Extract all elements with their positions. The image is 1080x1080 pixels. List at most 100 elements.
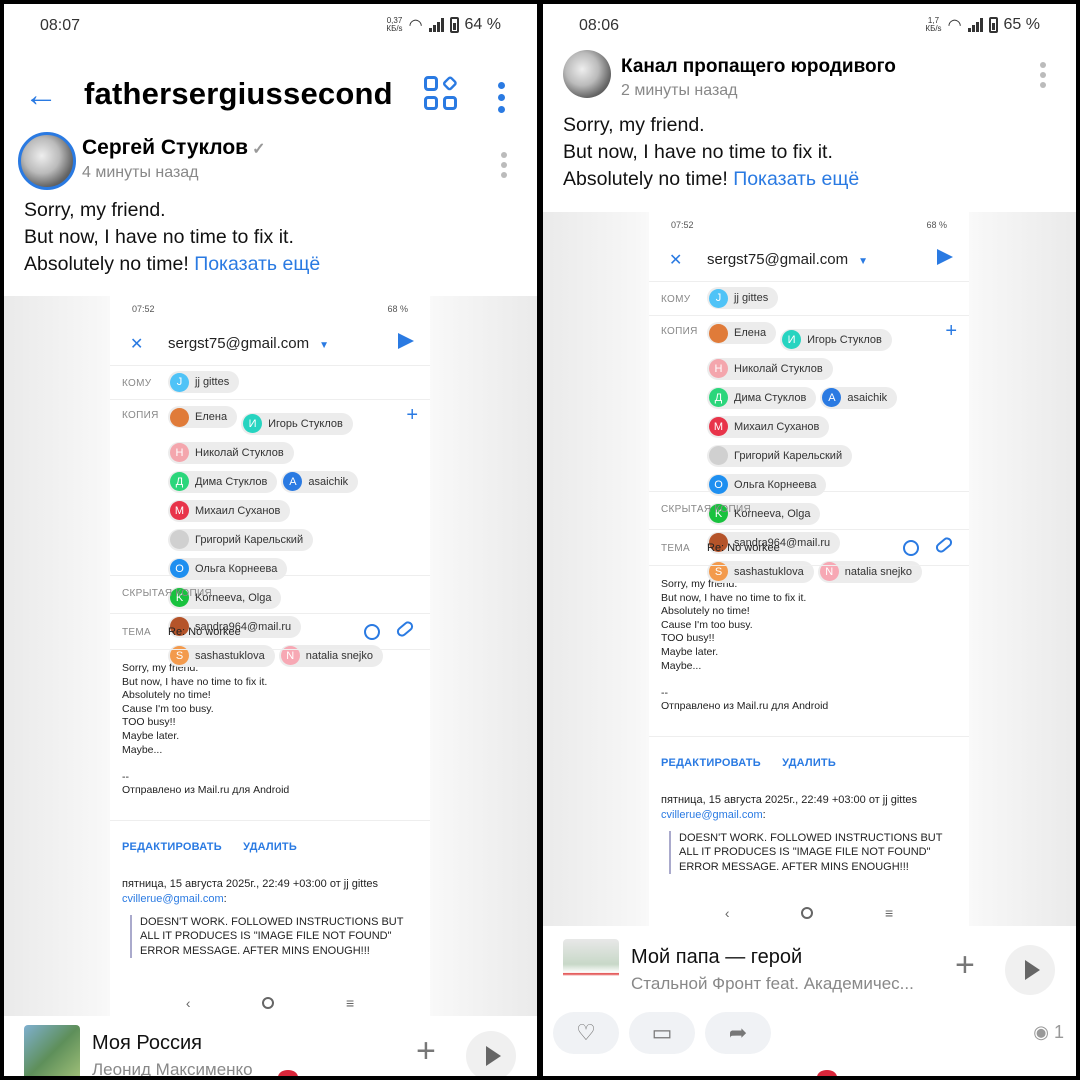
- recipient-avatar: И: [782, 330, 802, 349]
- plus-icon[interactable]: +: [416, 1032, 436, 1071]
- post-author[interactable]: Канал пропащего юродивого 2 минуты назад: [543, 50, 1076, 110]
- post-author[interactable]: Сергей Стуклов ✓ 4 минуты назад: [4, 132, 537, 192]
- recipient-chip[interactable]: M Михаил Суханов: [707, 415, 830, 438]
- nav-menu-icon[interactable]: ≡: [885, 905, 893, 921]
- chevron-down-icon[interactable]: ▼: [858, 256, 868, 267]
- wifi-icon: ◠: [408, 17, 423, 34]
- recipient-chip[interactable]: Jjj gittes: [707, 287, 779, 309]
- recipient-chip[interactable]: Д Дима Стуклов: [707, 386, 817, 409]
- recipient-chip[interactable]: Григорий Карельский: [168, 528, 314, 551]
- delete-button[interactable]: УДАЛИТЬ: [782, 757, 836, 769]
- like-icon[interactable]: ♡: [553, 1012, 619, 1054]
- subject-value[interactable]: Re: No workee: [707, 542, 780, 554]
- post-menu-icon[interactable]: [1040, 62, 1046, 88]
- android-nav-bar: ‹ ≡: [649, 900, 969, 926]
- mail-bcc-row[interactable]: СКРЫТАЯ КОПИЯ: [110, 576, 430, 614]
- recipient-chip[interactable]: Jjj gittes: [168, 371, 240, 393]
- send-icon[interactable]: [937, 249, 953, 265]
- signal-icon: [428, 18, 444, 32]
- quote-header: пятница, 15 августа 2025г., 22:49 +03:00…: [122, 877, 379, 905]
- recipient-avatar: J: [170, 372, 189, 392]
- delete-button[interactable]: УДАЛИТЬ: [243, 841, 297, 853]
- recipient-avatar: Д: [170, 472, 189, 491]
- recipient-chip[interactable]: И Игорь Стуклов: [241, 412, 353, 435]
- recipient-name: jj gittes: [734, 292, 769, 304]
- show-more-link[interactable]: Показать ещё: [194, 253, 320, 275]
- more-vertical-icon[interactable]: [498, 82, 505, 113]
- quote-email-link[interactable]: cvillerue@gmail.com: [122, 893, 224, 905]
- edit-button[interactable]: РЕДАКТИРОВАТЬ: [661, 757, 761, 769]
- send-icon[interactable]: [398, 333, 414, 349]
- attached-screenshot[interactable]: 07:52 68 % ✕ sergst75@gmail.com ▼ КОМУ Jj…: [4, 296, 537, 1016]
- battery-icon: [449, 17, 459, 33]
- plus-icon[interactable]: +: [955, 946, 975, 985]
- music-track[interactable]: Мой папа — герой Стальной Фронт feat. Ак…: [543, 934, 1076, 1000]
- mail-screenshot: 07:52 68 % ✕ sergst75@gmail.com ▼ КОМУ Jj…: [110, 296, 430, 1016]
- mail-to-row: КОМУ Jjj gittes: [110, 366, 430, 400]
- recipient-name: asaichik: [308, 475, 349, 488]
- recipient-name: natalia snejko: [844, 565, 912, 578]
- recipient-chip[interactable]: Григорий Карельский: [707, 444, 853, 467]
- attached-screenshot[interactable]: 07:52 68 % ✕ sergst75@gmail.com ▼ КОМУ Jj…: [543, 212, 1076, 926]
- music-track[interactable]: Моя Россия Леонид Максименко +: [4, 1020, 537, 1076]
- recipient-chip[interactable]: M Михаил Суханов: [168, 499, 291, 522]
- show-more-link[interactable]: Показать ещё: [733, 168, 859, 190]
- nav-home-icon[interactable]: [262, 997, 275, 1009]
- mail-bcc-row[interactable]: СКРЫТАЯ КОПИЯ: [649, 492, 969, 530]
- alarm-icon[interactable]: [364, 624, 380, 640]
- comment-icon[interactable]: ▭: [629, 1012, 695, 1054]
- quote-email-link[interactable]: cvillerue@gmail.com: [661, 809, 763, 821]
- mail-screenshot: 07:52 68 % ✕ sergst75@gmail.com ▼ КОМУ Jj…: [649, 212, 969, 926]
- recipient-chip[interactable]: Aasaichik: [820, 386, 898, 409]
- edit-button[interactable]: РЕДАКТИРОВАТЬ: [122, 841, 222, 853]
- status-bar: 08:07 0,37 КБ/s ◠ 64 %: [4, 4, 537, 46]
- recipient-chip[interactable]: Елена: [168, 406, 238, 428]
- from-address[interactable]: sergst75@gmail.com ▼: [168, 335, 329, 352]
- close-icon[interactable]: ✕: [669, 250, 682, 270]
- track-artist: Леонид Максименко: [92, 1060, 253, 1076]
- post-menu-icon[interactable]: [501, 152, 507, 178]
- reactions-bar: ♡ ▭ ➦ ◉ 1: [543, 1012, 1076, 1060]
- alarm-icon[interactable]: [903, 540, 919, 556]
- recipient-chip[interactable]: Елена: [707, 322, 777, 344]
- recipient-chip[interactable]: Н Николай Стуклов: [168, 441, 294, 464]
- quote-header: пятница, 15 августа 2025г., 22:49 +03:00…: [661, 793, 918, 821]
- apps-grid-icon[interactable]: [424, 75, 459, 110]
- back-arrow-icon[interactable]: ←: [24, 78, 58, 112]
- recipient-avatar: [170, 407, 189, 427]
- mail-status-bar: 07:52 68 %: [671, 220, 947, 230]
- recipient-name: sashastuklova: [734, 565, 804, 578]
- attach-icon[interactable]: [933, 535, 955, 555]
- chevron-down-icon[interactable]: ▼: [319, 340, 329, 351]
- nav-back-icon[interactable]: ‹: [186, 995, 191, 1011]
- play-icon[interactable]: [466, 1031, 516, 1076]
- add-recipient-icon[interactable]: +: [945, 320, 957, 343]
- recipient-chip[interactable]: Aasaichik: [281, 470, 359, 493]
- recipient-chip[interactable]: Д Дима Стуклов: [168, 470, 278, 493]
- nav-home-icon[interactable]: [801, 907, 814, 919]
- recipient-name: jj gittes: [195, 376, 230, 388]
- post-text: Sorry, my friend. But now, I have no tim…: [563, 114, 860, 190]
- mail-actions: РЕДАКТИРОВАТЬ УДАЛИТЬ: [649, 757, 969, 769]
- recipient-chip[interactable]: Н Николай Стуклов: [707, 357, 833, 380]
- close-icon[interactable]: ✕: [130, 334, 143, 354]
- mail-from-row: ✕ sergst75@gmail.com ▼: [649, 238, 969, 282]
- post-time: 2 минуты назад: [621, 82, 738, 99]
- recipient-avatar: A: [283, 472, 303, 491]
- mail-subject-row: ТЕМА Re: No workee: [649, 530, 969, 566]
- recipient-avatar: [709, 446, 728, 465]
- track-cover: [563, 939, 619, 995]
- avatar[interactable]: [18, 132, 76, 190]
- add-recipient-icon[interactable]: +: [406, 404, 418, 427]
- share-icon[interactable]: ➦: [705, 1012, 771, 1054]
- attach-icon[interactable]: [394, 619, 416, 639]
- to-chips: Jjj gittes: [707, 287, 782, 316]
- avatar[interactable]: [563, 50, 611, 98]
- subject-value[interactable]: Re: No workee: [168, 626, 241, 638]
- nav-menu-icon[interactable]: ≡: [346, 995, 354, 1011]
- network-speed: 1,7 КБ/s: [925, 16, 942, 33]
- play-icon[interactable]: [1005, 945, 1055, 995]
- from-address[interactable]: sergst75@gmail.com ▼: [707, 251, 868, 268]
- nav-back-icon[interactable]: ‹: [725, 905, 730, 921]
- recipient-chip[interactable]: И Игорь Стуклов: [780, 328, 892, 351]
